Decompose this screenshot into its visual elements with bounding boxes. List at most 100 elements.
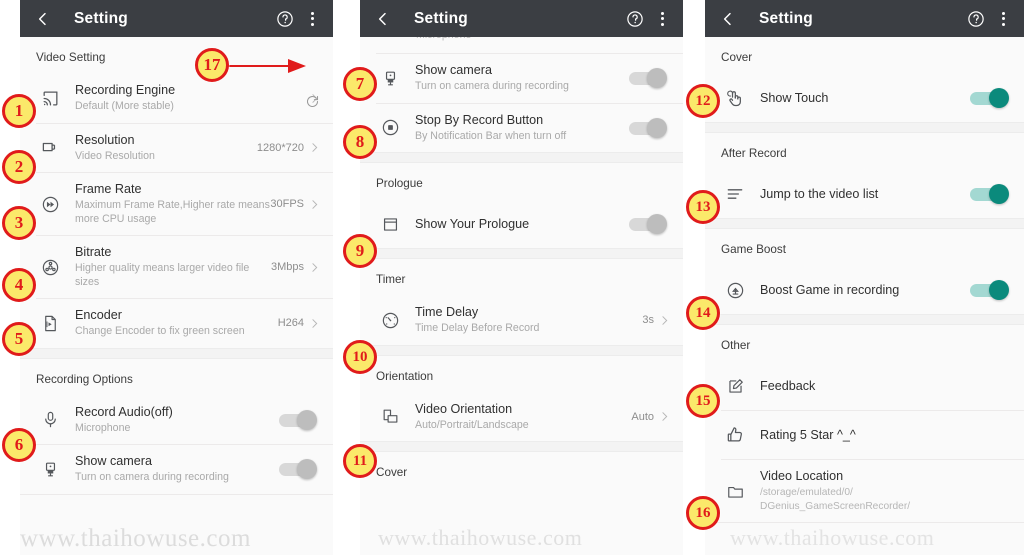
row-title: Stop By Record Button (415, 112, 544, 127)
row-feedback[interactable]: Feedback (705, 362, 1024, 410)
annotation-14: 14 (686, 296, 720, 330)
row-bitrate[interactable]: Bitrate Higher quality means larger vide… (20, 236, 333, 298)
help-circle-icon[interactable] (273, 7, 297, 31)
row-title: Encoder (75, 308, 122, 322)
row-subtitle: By Notification Bar when turn off (415, 129, 567, 142)
section-gap (360, 152, 683, 163)
row-title: Record Audio(off) (75, 404, 173, 419)
row-jump-to-video-list[interactable]: Jump to the video list (705, 170, 1024, 218)
section-header-cover: Cover (360, 452, 683, 489)
row-text: Record Audio(off) Microphone (64, 405, 279, 436)
row-value: 1280*720 (256, 141, 304, 154)
toggle-boost-game[interactable] (970, 280, 1012, 300)
row-recording-engine[interactable]: Recording Engine Default (More stable) (20, 74, 333, 123)
toggle-stop-by-record-button[interactable] (629, 117, 671, 138)
row-record-audio[interactable]: Record Audio(off) Microphone (20, 395, 333, 444)
record-stop-icon (376, 118, 404, 137)
appbar-2: Setting (360, 0, 683, 37)
annotation-2: 2 (2, 150, 36, 184)
row-subtitle: Turn on camera during recording (75, 471, 229, 483)
phone-panel-3: Setting Cover Show Touch After Record Ju… (705, 0, 1024, 555)
row-show-your-prologue[interactable]: Show Your Prologue (360, 200, 683, 248)
touch-hand-icon (721, 88, 749, 108)
row-value: H264 (277, 317, 304, 330)
toggle-record-audio[interactable] (279, 409, 321, 430)
cast-screen-icon (36, 89, 64, 108)
camera-icon (36, 460, 64, 479)
section-gap (705, 314, 1024, 325)
thumbs-up-icon (721, 425, 749, 445)
overflow-menu-icon[interactable] (992, 7, 1014, 31)
section-gap (20, 347, 333, 359)
clipped-subtitle-text: Microphone (416, 37, 683, 41)
settings-scroll-1[interactable]: Video Setting Recording Engine Default (… (20, 37, 333, 555)
row-boost-game-in-recording[interactable]: Boost Game in recording (705, 266, 1024, 314)
row-subtitle: Higher quality means larger video file s… (75, 262, 250, 288)
resolution-icon (36, 138, 64, 157)
toggle-show-your-prologue[interactable] (629, 214, 671, 234)
row-text: Video Orientation Auto/Portrait/Landscap… (404, 402, 631, 433)
row-show-touch[interactable]: Show Touch (705, 74, 1024, 122)
annotation-15: 15 (686, 384, 720, 418)
row-title: Show Your Prologue (415, 216, 530, 231)
annotation-17: 17 (195, 48, 229, 82)
row-title: Show camera (75, 454, 152, 468)
row-encoder[interactable]: Encoder Change Encoder to fix green scre… (20, 299, 333, 348)
row-text: Bitrate Higher quality means larger vide… (64, 245, 271, 289)
back-arrow-icon[interactable] (370, 6, 396, 32)
row-text: Show camera Turn on camera during record… (64, 454, 279, 485)
row-text: Frame Rate Maximum Frame Rate,Higher rat… (64, 182, 270, 226)
back-arrow-icon[interactable] (30, 6, 56, 32)
toggle-jump-to-video-list[interactable] (970, 184, 1012, 204)
page-title: Setting (759, 9, 813, 27)
stopwatch-icon (376, 311, 404, 330)
toggle-show-touch[interactable] (970, 88, 1012, 108)
row-title: Feedback (760, 378, 816, 393)
annotation-8: 8 (343, 125, 377, 159)
row-resolution[interactable]: Resolution Video Resolution 1280*720 (20, 123, 333, 172)
row-frame-rate[interactable]: Frame Rate Maximum Frame Rate,Higher rat… (20, 173, 333, 235)
help-circle-icon[interactable] (623, 7, 647, 31)
chevron-right-icon (308, 198, 321, 211)
film-reel-icon (36, 258, 64, 277)
section-header-recording-options: Recording Options (20, 358, 333, 396)
appbar-1: Setting (20, 0, 333, 37)
back-arrow-icon[interactable] (715, 6, 741, 32)
annotation-10: 10 (343, 340, 377, 374)
overflow-menu-icon[interactable] (651, 7, 673, 31)
prologue-card-icon (376, 215, 404, 234)
section-gap (360, 441, 683, 452)
chevron-right-icon (658, 314, 671, 327)
settings-scroll-3[interactable]: Cover Show Touch After Record Jump to th… (705, 37, 1024, 555)
refresh-icon[interactable] (305, 94, 320, 114)
row-rating-5-star[interactable]: Rating 5 Star ^_^ (705, 411, 1024, 459)
row-value: 3s (642, 314, 654, 327)
row-text: Show camera Turn on camera during record… (404, 63, 629, 94)
edit-note-icon (721, 377, 749, 396)
help-circle-icon[interactable] (964, 7, 988, 31)
chevron-right-icon (308, 141, 321, 154)
row-show-camera[interactable]: Show camera Turn on camera during record… (360, 54, 683, 103)
appbar-3: Setting (705, 0, 1024, 37)
row-video-location[interactable]: Video Location /storage/emulated/0/ DGen… (705, 460, 1024, 522)
section-header-after-record: After Record (705, 133, 1024, 170)
microphone-icon (36, 410, 64, 429)
row-video-orientation[interactable]: Video Orientation Auto/Portrait/Landscap… (360, 392, 683, 441)
section-header-timer: Timer (360, 259, 683, 296)
overflow-menu-icon[interactable] (301, 7, 323, 31)
toggle-show-camera[interactable] (629, 68, 671, 89)
row-text: Feedback (749, 379, 1012, 394)
chevron-right-icon (658, 410, 671, 423)
row-show-camera[interactable]: Show camera Turn on camera during record… (20, 445, 333, 494)
row-value: 30FPS (270, 198, 304, 210)
row-stop-by-record-button[interactable]: Stop By Record Button By Notification Ba… (360, 103, 683, 152)
section-gap (360, 248, 683, 259)
toggle-show-camera[interactable] (279, 459, 321, 480)
row-title: Boost Game in recording (760, 282, 900, 297)
camera-icon (376, 69, 404, 88)
row-time-delay[interactable]: Time Delay Time Delay Before Record 3s (360, 296, 683, 345)
row-text: Jump to the video list (749, 187, 970, 202)
annotation-11: 11 (343, 444, 377, 478)
row-value: 3Mbps (270, 261, 304, 273)
settings-scroll-2[interactable]: Microphone Show camera Turn on camera du… (360, 37, 683, 555)
